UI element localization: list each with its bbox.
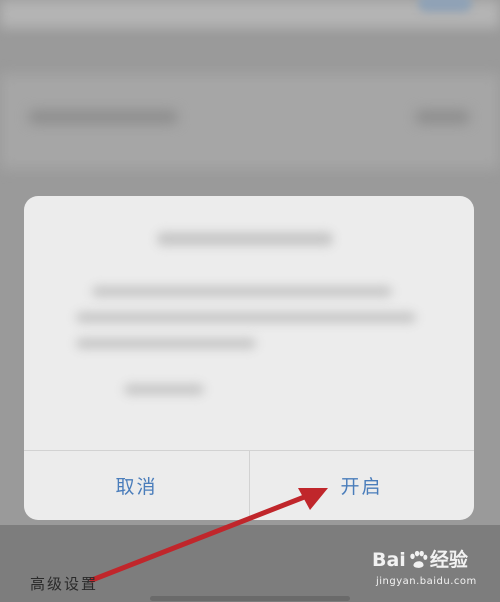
home-indicator xyxy=(150,596,350,601)
annotation-caption: 高级设置 xyxy=(30,575,99,593)
dialog-text-line xyxy=(76,338,256,349)
dialog-title-blurred xyxy=(157,232,333,246)
blurred-top-action xyxy=(418,0,472,12)
cancel-button[interactable]: 取消 xyxy=(24,451,249,520)
dialog-option-blurred xyxy=(124,384,204,395)
dialog-text-line xyxy=(76,312,416,323)
watermark-logo: Bai 经验 xyxy=(372,548,468,572)
paw-icon xyxy=(410,550,428,568)
blurred-row-text xyxy=(28,110,178,124)
screen: 取消 开启 高级设置 Bai 经验 jingyan.baidu.com xyxy=(0,0,500,602)
dialog-body-blurred xyxy=(24,196,474,446)
watermark-url: jingyan.baidu.com xyxy=(376,576,477,587)
baidu-jingyan-watermark: Bai 经验 jingyan.baidu.com xyxy=(372,548,482,596)
dialog-text-line xyxy=(92,286,392,297)
enable-button[interactable]: 开启 xyxy=(249,451,474,520)
permission-dialog: 取消 开启 xyxy=(24,196,474,520)
watermark-logo-right: 经验 xyxy=(429,549,468,571)
watermark-logo-left: Bai xyxy=(372,549,406,571)
blurred-row-value xyxy=(415,110,470,124)
